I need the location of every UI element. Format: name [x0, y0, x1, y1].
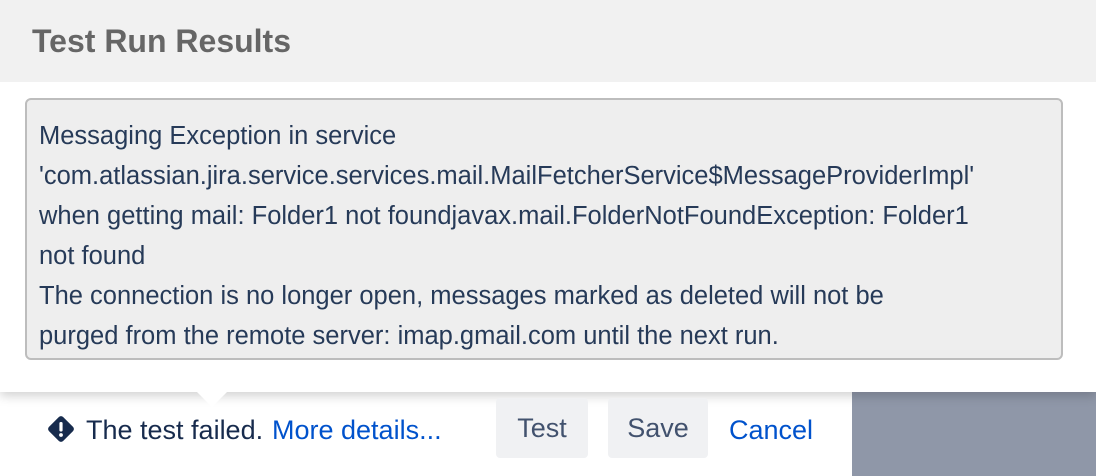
popup-header: Test Run Results [0, 0, 1096, 82]
warning-diamond-icon [48, 416, 74, 442]
test-status-text: The test failed. [86, 415, 264, 445]
popup-title: Test Run Results [32, 23, 291, 59]
more-details-link[interactable]: More details... [272, 412, 442, 448]
form-footer: The test failed. More details... Test Sa… [0, 392, 852, 476]
message-line: purged from the remote server: imap.gmai… [39, 322, 779, 350]
message-line: Messaging Exception in service [39, 122, 397, 150]
cancel-link[interactable]: Cancel [729, 412, 813, 448]
message-line: when getting mail: Folder1 not foundjava… [39, 202, 969, 230]
message-line: The connection is no longer open, messag… [39, 282, 884, 310]
message-line: 'com.atlassian.jira.service.services.mai… [39, 162, 975, 190]
error-message-box: Messaging Exception in service 'com.atla… [25, 98, 1063, 360]
save-button[interactable]: Save [608, 398, 708, 458]
test-results-popup: Test Run Results Messaging Exception in … [0, 0, 1096, 392]
message-line: not found [39, 242, 146, 270]
test-button[interactable]: Test [496, 398, 588, 458]
